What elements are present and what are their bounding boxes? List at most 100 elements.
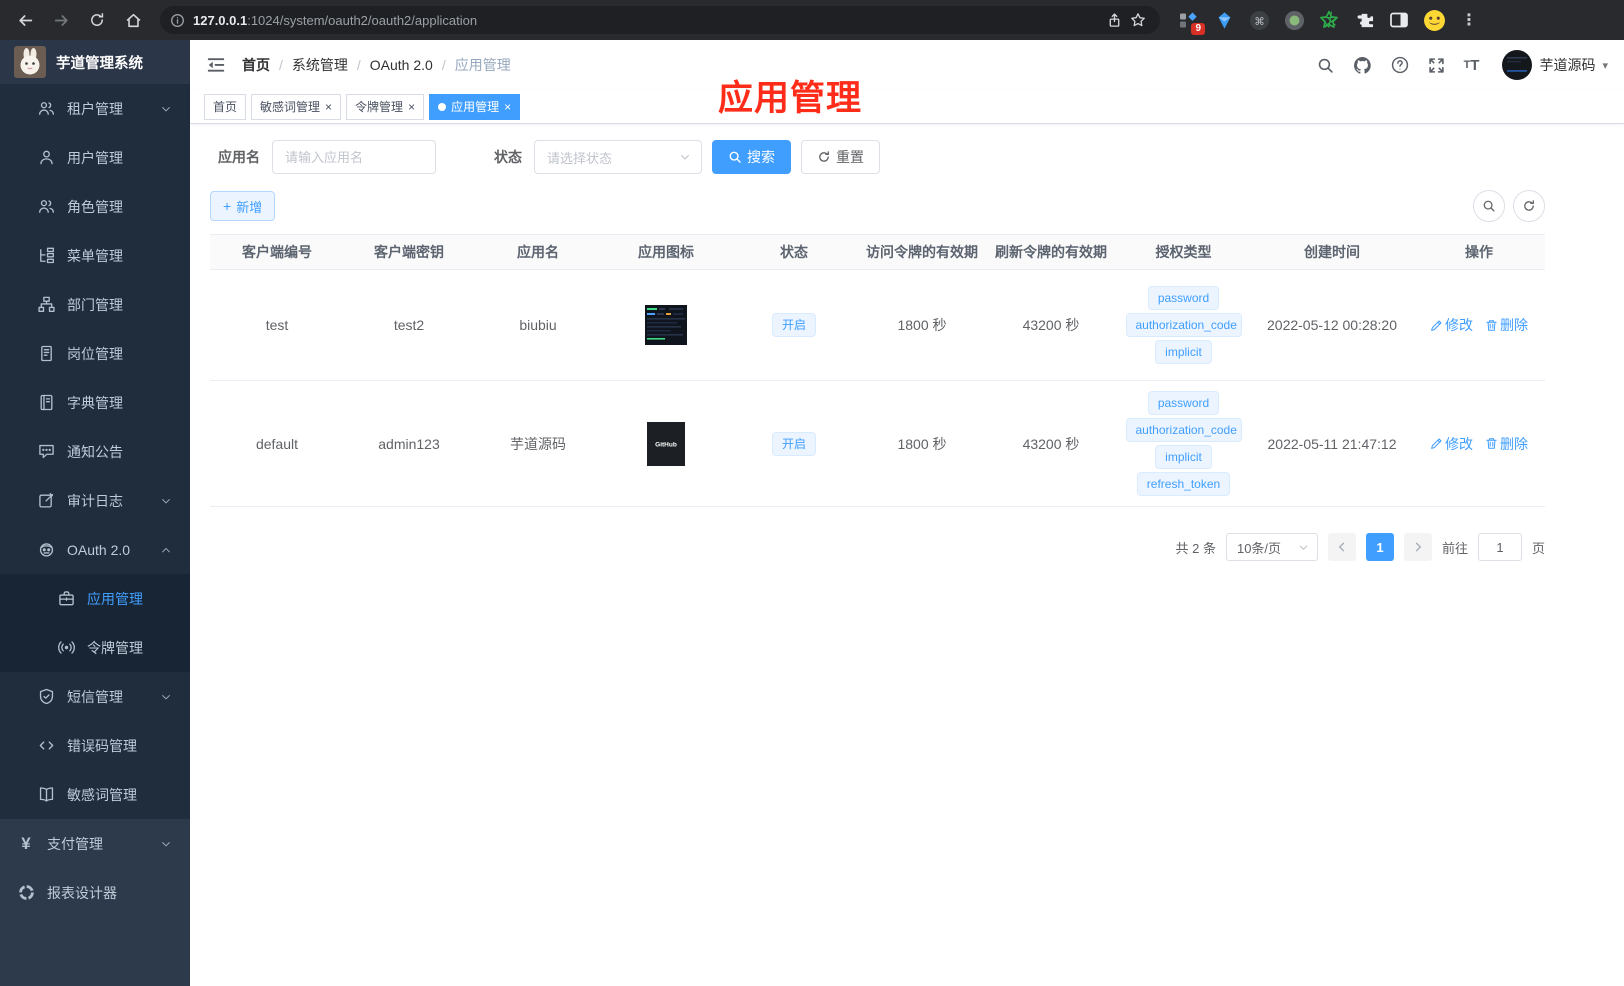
tab-令牌管理[interactable]: 令牌管理 × bbox=[346, 93, 425, 120]
breadcrumb-item[interactable]: 首页 bbox=[242, 55, 270, 75]
page-number-button[interactable]: 1 bbox=[1365, 533, 1394, 561]
sidebar-item-oauth2[interactable]: OAuth 2.0 bbox=[0, 525, 190, 574]
status-badge: 开启 bbox=[771, 313, 816, 337]
sidebar-item-audit-log[interactable]: 审计日志 bbox=[0, 476, 190, 525]
table-cell: test bbox=[210, 270, 344, 380]
header-search-icon[interactable] bbox=[1317, 57, 1334, 74]
yen-icon: ¥ bbox=[21, 834, 31, 853]
close-icon[interactable]: × bbox=[408, 101, 415, 113]
sidebar-item-report[interactable]: 报表设计器 bbox=[0, 868, 190, 917]
browser-forward-icon[interactable] bbox=[46, 5, 76, 35]
reset-button-label: 重置 bbox=[836, 149, 864, 165]
sidebar-item-tenant[interactable]: 租户管理 bbox=[0, 84, 190, 133]
sidebar-item-dict[interactable]: 字典管理 bbox=[0, 378, 190, 427]
sidebar-item-role[interactable]: 角色管理 bbox=[0, 182, 190, 231]
sidebar-item-pay[interactable]: ¥ 支付管理 bbox=[0, 819, 190, 868]
extensions-puzzle-icon[interactable] bbox=[1351, 7, 1377, 33]
grant-type-tag: authorization_code bbox=[1125, 418, 1242, 442]
user-menu[interactable]: 芋道源码 ▾ bbox=[1502, 50, 1608, 80]
next-page-button[interactable] bbox=[1403, 533, 1432, 561]
side-panel-icon[interactable] bbox=[1386, 7, 1412, 33]
sidebar-item-label: 支付管理 bbox=[47, 835, 103, 852]
sidebar-item-label: 短信管理 bbox=[67, 688, 123, 705]
status-badge: 开启 bbox=[771, 431, 816, 456]
grant-types-cell: password authorization_code implicit bbox=[1125, 286, 1242, 364]
sidebar-item-sms[interactable]: 短信管理 bbox=[0, 672, 190, 721]
close-icon[interactable]: × bbox=[325, 101, 332, 113]
sidebar-item-user[interactable]: 用户管理 bbox=[0, 133, 190, 182]
sidebar-item-menu[interactable]: 菜单管理 bbox=[0, 231, 190, 280]
fullscreen-icon[interactable] bbox=[1428, 57, 1445, 74]
browser-menu-icon[interactable]: ⋮ bbox=[1456, 7, 1482, 33]
trash-icon bbox=[1485, 437, 1498, 450]
sidebar-item-notice[interactable]: 通知公告 bbox=[0, 427, 190, 476]
help-icon[interactable] bbox=[1391, 56, 1409, 74]
profile-emoji-avatar[interactable] bbox=[1421, 7, 1447, 33]
search-button[interactable]: 搜索 bbox=[712, 140, 791, 174]
extension-gem-icon[interactable] bbox=[1211, 7, 1237, 33]
reset-button[interactable]: 重置 bbox=[801, 140, 880, 174]
site-info-icon[interactable] bbox=[170, 13, 185, 28]
refresh-table-button[interactable] bbox=[1513, 190, 1545, 222]
sidebar-item-label: OAuth 2.0 bbox=[67, 541, 131, 558]
font-size-icon[interactable]: TT bbox=[1464, 57, 1480, 74]
browser-home-icon[interactable] bbox=[118, 5, 148, 35]
table-toolbar: + 新增 bbox=[210, 190, 1545, 222]
toggle-search-button[interactable] bbox=[1473, 190, 1505, 222]
column-header: 刷新令牌的有效期 bbox=[995, 244, 1107, 260]
breadcrumb-item[interactable]: 系统管理 bbox=[292, 55, 348, 75]
sidebar-item-label: 字典管理 bbox=[67, 394, 123, 411]
grant-type-tag: password bbox=[1147, 286, 1220, 310]
tags-view-bar: 首页 敏感词管理 × 令牌管理 × 应用管理 × bbox=[190, 90, 1624, 124]
menu-tree-icon bbox=[37, 247, 55, 265]
extension-blue-diamond-icon[interactable]: 9 bbox=[1176, 7, 1205, 35]
tab-应用管理[interactable]: 应用管理 × bbox=[429, 93, 521, 120]
app-logo[interactable]: 芋道管理系统 bbox=[0, 40, 190, 84]
grant-type-tag: refresh_token bbox=[1136, 472, 1231, 496]
breadcrumb-separator: / bbox=[356, 57, 361, 73]
client-secret-cell: admin123 bbox=[378, 435, 440, 452]
github-icon[interactable] bbox=[1353, 56, 1372, 75]
add-button[interactable]: + 新增 bbox=[210, 191, 276, 221]
close-icon[interactable]: × bbox=[504, 101, 511, 113]
sidebar-item-dept[interactable]: 部门管理 bbox=[0, 280, 190, 329]
sidebar-item-label: 菜单管理 bbox=[67, 247, 123, 264]
share-icon[interactable] bbox=[1102, 8, 1126, 32]
goto-page-input[interactable] bbox=[1477, 533, 1522, 561]
sidebar-item-post[interactable]: 岗位管理 bbox=[0, 329, 190, 378]
applications-table: 客户端编号 客户端密钥 应用名 应用图标 状态 访问令牌的有效期 刷新令牌的有效期 授权类型 创… bbox=[210, 234, 1545, 507]
tab-首页[interactable]: 首页 bbox=[204, 93, 247, 120]
refresh-icon bbox=[819, 151, 829, 162]
delete-link[interactable]: 删除 bbox=[1485, 315, 1528, 335]
access-token-ttl-cell: 1800 秒 bbox=[897, 317, 947, 333]
app-name-input[interactable] bbox=[272, 140, 436, 174]
sidebar-item-sensitive-word[interactable]: 敏感词管理 bbox=[0, 770, 190, 819]
edit-link[interactable]: 修改 bbox=[1430, 315, 1473, 335]
tab-敏感词管理[interactable]: 敏感词管理 × bbox=[251, 93, 342, 120]
search-button-label: 搜索 bbox=[747, 149, 775, 165]
sidebar-item-label: 错误码管理 bbox=[67, 737, 137, 754]
collapse-sidebar-icon[interactable] bbox=[206, 55, 226, 75]
page-suffix-label: 页 bbox=[1531, 540, 1545, 556]
sidebar-item-error-code[interactable]: 错误码管理 bbox=[0, 721, 190, 770]
sidebar-item-oauth2-token[interactable]: 令牌管理 bbox=[0, 623, 190, 672]
extension-green-star-icon[interactable] bbox=[1316, 7, 1342, 33]
browser-reload-icon[interactable] bbox=[82, 5, 112, 35]
app-logo-image: GitHub bbox=[647, 421, 685, 466]
extension-record-icon[interactable] bbox=[1281, 7, 1307, 33]
trash-icon bbox=[1485, 319, 1498, 332]
browser-back-icon[interactable] bbox=[10, 5, 40, 35]
delete-link[interactable]: 删除 bbox=[1485, 434, 1528, 454]
table-cell: 43200 秒 bbox=[986, 381, 1116, 506]
page-size-select[interactable]: 10条/页 bbox=[1225, 533, 1318, 561]
extension-command-icon[interactable]: ⌘ bbox=[1246, 7, 1272, 33]
breadcrumb-item[interactable]: OAuth 2.0 bbox=[370, 57, 433, 73]
bookmark-star-icon[interactable] bbox=[1126, 8, 1150, 32]
code-icon bbox=[37, 737, 55, 755]
status-select[interactable]: 请选择状态 bbox=[534, 140, 702, 174]
edit-link[interactable]: 修改 bbox=[1430, 434, 1473, 454]
prev-page-button[interactable] bbox=[1327, 533, 1356, 561]
address-bar[interactable]: 127.0.0.1:1024/system/oauth2/oauth2/appl… bbox=[160, 6, 1160, 34]
sidebar-item-oauth2-application[interactable]: 应用管理 bbox=[0, 574, 190, 623]
app-logo-image bbox=[645, 305, 687, 345]
